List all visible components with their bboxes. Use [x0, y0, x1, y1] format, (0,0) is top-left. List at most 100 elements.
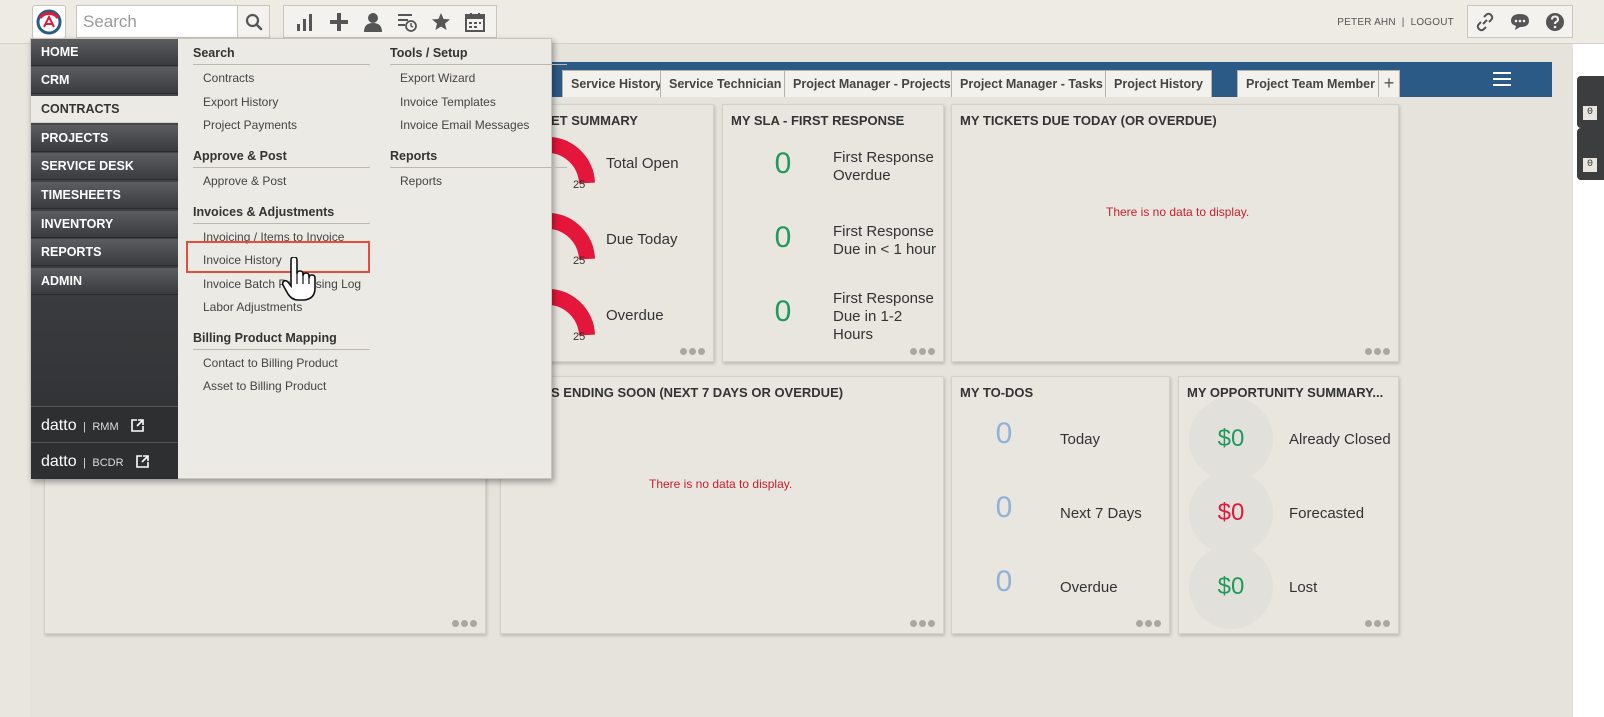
calendar-icon[interactable] — [463, 10, 487, 34]
datto-brand: datto — [41, 417, 77, 434]
nav-item-reports[interactable]: REPORTS — [31, 239, 178, 266]
gauge-max: 25 — [573, 179, 586, 191]
sla-label: First Response Due in 1-2 Hours — [833, 290, 934, 343]
dashboard-tab-bar: Service History Service Technician Proje… — [552, 62, 1552, 97]
tab-service-history[interactable]: Service History — [562, 70, 672, 97]
menu-icon[interactable] — [1493, 72, 1511, 91]
side-tab-1[interactable]: 0 — [1577, 76, 1604, 128]
chat-icon[interactable] — [1508, 10, 1532, 34]
opportunity-value[interactable]: $0 — [1189, 573, 1273, 601]
gauge-max: 25 — [573, 255, 586, 267]
plus-icon[interactable] — [327, 10, 351, 34]
opportunity-label: Already Closed — [1289, 431, 1391, 448]
nav-item-crm[interactable]: CRM — [31, 67, 178, 94]
opportunity-value[interactable]: $0 — [1189, 499, 1273, 527]
opportunity-label: Lost — [1289, 579, 1318, 596]
star-icon[interactable] — [429, 10, 453, 34]
todo-count[interactable]: 0 — [974, 491, 1034, 525]
widget-options-icon[interactable] — [1363, 620, 1390, 627]
nav-item-service-desk[interactable]: SERVICE DESK — [31, 153, 178, 180]
logo-icon — [36, 9, 62, 35]
user-icon[interactable] — [361, 10, 385, 34]
widget-options-icon[interactable] — [908, 620, 935, 627]
user-name[interactable]: PETER AHN — [1337, 17, 1395, 28]
gauge-label[interactable]: Due Today — [606, 231, 677, 249]
widget-title: MY SLA - FIRST RESPONSE — [731, 113, 905, 128]
menu-item-asset-billing-product[interactable]: Asset to Billing Product — [203, 379, 326, 393]
gauge-label[interactable]: Total Open — [606, 155, 679, 173]
widget-options-icon[interactable] — [1363, 348, 1390, 355]
menu-item-invoice-templates[interactable]: Invoice Templates — [400, 95, 496, 109]
widget-title: MY OPPORTUNITY SUMMARY... — [1187, 385, 1384, 400]
menu-item-project-payments[interactable]: Project Payments — [203, 118, 297, 132]
menu-heading-approve-post: Approve & Post — [193, 149, 370, 168]
app-logo[interactable] — [32, 5, 66, 39]
side-tab-2[interactable]: 0 — [1577, 128, 1604, 180]
search-input[interactable] — [77, 6, 237, 37]
nav-item-inventory[interactable]: INVENTORY — [31, 211, 178, 238]
todo-count[interactable]: 0 — [974, 565, 1034, 599]
menu-item-reports[interactable]: Reports — [400, 174, 442, 188]
side-tab-count: 0 — [1583, 158, 1597, 172]
widget-title: ET SUMMARY — [551, 113, 638, 128]
sla-count[interactable]: 0 — [753, 295, 813, 329]
logout-link[interactable]: LOGOUT — [1411, 17, 1454, 28]
tab-project-manager-projects[interactable]: Project Manager - Projects — [784, 70, 960, 97]
menu-item-approve-post[interactable]: Approve & Post — [203, 174, 286, 188]
widget-options-icon[interactable] — [450, 620, 477, 627]
widget-options-icon[interactable] — [1134, 620, 1161, 627]
widget-options-icon[interactable] — [908, 348, 935, 355]
gauge-max: 25 — [573, 331, 586, 343]
nav-item-home[interactable]: HOME — [31, 39, 178, 66]
menu-item-export-wizard[interactable]: Export Wizard — [400, 71, 475, 85]
menu-item-contracts[interactable]: Contracts — [203, 71, 254, 85]
side-tab-count: 0 — [1583, 106, 1597, 120]
widget-sla-first-response: MY SLA - FIRST RESPONSE 0 First Response… — [722, 104, 944, 362]
add-tab-button[interactable]: + — [1378, 70, 1400, 97]
datto-product: RMM — [92, 421, 119, 433]
widget-options-icon[interactable] — [678, 348, 705, 355]
widget-opportunity-summary: MY OPPORTUNITY SUMMARY... $0 Already Clo… — [1178, 376, 1399, 634]
bar-chart-icon[interactable] — [293, 10, 317, 34]
highlight-box — [186, 241, 370, 273]
todo-label: Next 7 Days — [1060, 505, 1142, 522]
quick-tools — [283, 5, 497, 38]
help-icon[interactable] — [1543, 10, 1567, 34]
menu-heading-search: Search — [193, 46, 370, 65]
widget-my-todos: MY TO-DOS 0 Today 0 Next 7 Days 0 Overdu… — [951, 376, 1170, 634]
user-separator: | — [1401, 17, 1405, 28]
opportunity-value[interactable]: $0 — [1189, 425, 1273, 453]
sla-label: First Response Overdue — [833, 149, 934, 184]
tab-project-history[interactable]: Project History — [1105, 70, 1212, 97]
sla-count[interactable]: 0 — [753, 147, 813, 181]
tab-project-team-member[interactable]: Project Team Member — [1237, 70, 1384, 97]
link-icon[interactable] — [1473, 10, 1497, 34]
nav-item-projects[interactable]: PROJECTS — [31, 125, 178, 152]
datto-rmm-link[interactable]: datto | RMM — [31, 406, 178, 443]
tab-service-technician[interactable]: Service Technician — [660, 70, 791, 97]
tab-project-manager-tasks[interactable]: Project Manager - Tasks — [951, 70, 1112, 97]
nav-item-contracts[interactable]: CONTRACTS — [31, 96, 178, 123]
gauge-label[interactable]: Overdue — [606, 307, 664, 325]
nav-sidebar: HOME CRM CONTRACTS PROJECTS SERVICE DESK… — [31, 39, 178, 479]
nav-item-admin[interactable]: ADMIN — [31, 268, 178, 295]
menu-item-invoice-email-messages[interactable]: Invoice Email Messages — [400, 118, 529, 132]
menu-heading-tools-setup: Tools / Setup — [390, 46, 567, 65]
todo-label: Today — [1060, 431, 1101, 448]
opportunity-label: Forecasted — [1289, 505, 1365, 522]
datto-brand: datto — [41, 453, 77, 470]
sla-label: First Response Due in < 1 hour — [833, 223, 936, 258]
menu-item-export-history[interactable]: Export History — [203, 95, 278, 109]
widget-title: MY TO-DOS — [960, 385, 1034, 400]
widget-title: MY TICKETS DUE TODAY (OR OVERDUE) — [960, 113, 1217, 128]
search-button[interactable] — [237, 6, 269, 37]
todo-count[interactable]: 0 — [974, 417, 1034, 451]
nav-item-timesheets[interactable]: TIMESHEETS — [31, 182, 178, 209]
widget-tickets-due-today: MY TICKETS DUE TODAY (OR OVERDUE) There … — [951, 104, 1399, 362]
list-clock-icon[interactable] — [395, 10, 419, 34]
empty-message: There is no data to display. — [649, 477, 793, 491]
external-link-icon — [136, 455, 149, 469]
datto-bcdr-link[interactable]: datto | BCDR — [31, 442, 178, 479]
sla-count[interactable]: 0 — [753, 221, 813, 255]
menu-item-contact-billing-product[interactable]: Contact to Billing Product — [203, 356, 338, 370]
